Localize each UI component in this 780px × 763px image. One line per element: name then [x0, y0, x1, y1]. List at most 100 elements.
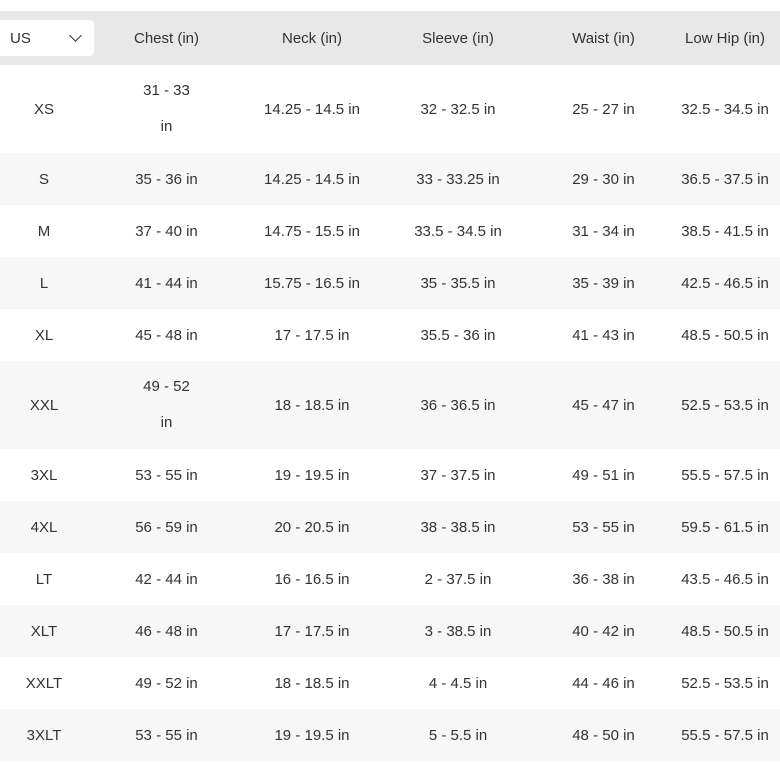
- chest-cell: 37 - 40 in: [135, 222, 198, 240]
- table-row: 3XLT 53 - 55 in 19 - 19.5 in 5 - 5.5 in 48 -…: [0, 709, 780, 761]
- chest-cell: 41 - 44 in: [135, 274, 198, 292]
- size-cell: XL: [34, 326, 54, 344]
- low-hip-cell: 52.5 - 53.5 in: [681, 674, 769, 692]
- size-cell: 4XL: [30, 518, 58, 536]
- unit-cell: US: [0, 11, 94, 65]
- sleeve-cell: 36 - 36.5 in: [420, 396, 496, 414]
- low-hip-cell: 43.5 - 46.5 in: [681, 570, 769, 588]
- waist-cell: 25 - 27 in: [572, 100, 635, 118]
- sleeve-cell: 37 - 37.5 in: [420, 466, 496, 484]
- chest-cell: 53 - 55 in: [135, 466, 198, 484]
- unit-select[interactable]: US: [0, 20, 94, 56]
- chest-cell: 49 - 52 in: [88, 361, 245, 449]
- waist-cell: 36 - 38 in: [572, 570, 635, 588]
- waist-cell: 41 - 43 in: [572, 326, 635, 344]
- sleeve-cell: 5 - 5.5 in: [428, 726, 488, 744]
- size-cell: XXLT: [25, 674, 63, 692]
- low-hip-cell: 48.5 - 50.5 in: [681, 326, 769, 344]
- size-cell: XXL: [29, 396, 59, 414]
- waist-cell: 45 - 47 in: [572, 396, 635, 414]
- size-cell: 3XL: [30, 466, 58, 484]
- chest-cell: 53 - 55 in: [135, 726, 198, 744]
- table-row: XLT 46 - 48 in 17 - 17.5 in 3 - 38.5 in 40 -…: [0, 605, 780, 657]
- waist-cell: 40 - 42 in: [572, 622, 635, 640]
- neck-cell: 14.25 - 14.5 in: [264, 100, 360, 118]
- unit-select-value: US: [10, 29, 31, 47]
- size-table: US Chest (in) Neck (in) Sleeve (in) Wais…: [0, 11, 780, 761]
- neck-cell: 14.75 - 15.5 in: [264, 222, 360, 240]
- waist-cell: 44 - 46 in: [572, 674, 635, 692]
- header-waist: Waist (in): [572, 29, 635, 47]
- neck-cell: 16 - 16.5 in: [274, 570, 350, 588]
- chest-cell: 49 - 52 in: [135, 674, 198, 692]
- neck-cell: 18 - 18.5 in: [274, 396, 350, 414]
- waist-cell: 31 - 34 in: [572, 222, 635, 240]
- low-hip-cell: 38.5 - 41.5 in: [681, 222, 769, 240]
- low-hip-cell: 42.5 - 46.5 in: [681, 274, 769, 292]
- low-hip-cell: 52.5 - 53.5 in: [681, 396, 769, 414]
- chest-cell: 45 - 48 in: [135, 326, 198, 344]
- waist-cell: 49 - 51 in: [572, 466, 635, 484]
- table-row: S 35 - 36 in 14.25 - 14.5 in 33 - 33.25 in 2…: [0, 153, 780, 205]
- chevron-down-icon: [69, 29, 82, 42]
- neck-cell: 17 - 17.5 in: [274, 622, 350, 640]
- header-low-hip: Low Hip (in): [684, 29, 766, 47]
- neck-cell: 19 - 19.5 in: [274, 726, 350, 744]
- table-row: M 37 - 40 in 14.75 - 15.5 in 33.5 - 34.5 in…: [0, 205, 780, 257]
- chest-line: in: [160, 414, 173, 431]
- sleeve-cell: 33.5 - 34.5 in: [414, 222, 502, 240]
- chest-cell: 35 - 36 in: [135, 170, 198, 188]
- low-hip-cell: 59.5 - 61.5 in: [681, 518, 769, 536]
- low-hip-cell: 48.5 - 50.5 in: [681, 622, 769, 640]
- table-row: 4XL 56 - 59 in 20 - 20.5 in 38 - 38.5 in 53 …: [0, 501, 780, 553]
- low-hip-cell: 55.5 - 57.5 in: [681, 726, 769, 744]
- size-cell: LT: [35, 570, 53, 588]
- size-cell: 3XLT: [26, 726, 62, 744]
- neck-cell: 19 - 19.5 in: [274, 466, 350, 484]
- size-chart: US Chest (in) Neck (in) Sleeve (in) Wais…: [0, 0, 780, 763]
- top-spacer: [0, 0, 780, 11]
- waist-cell: 53 - 55 in: [572, 518, 635, 536]
- chest-cell: 31 - 33 in: [88, 65, 245, 153]
- neck-cell: 15.75 - 16.5 in: [264, 274, 360, 292]
- table-body: XS 31 - 33 in 14.25 - 14.5 in 32 - 32.5 in 25…: [0, 65, 780, 761]
- neck-cell: 18 - 18.5 in: [274, 674, 350, 692]
- chest-line: 49 - 52: [143, 378, 190, 395]
- chest-cell: 46 - 48 in: [135, 622, 198, 640]
- table-row: LT 42 - 44 in 16 - 16.5 in 2 - 37.5 in 36 - …: [0, 553, 780, 605]
- size-cell: XLT: [30, 622, 58, 640]
- table-row: L 41 - 44 in 15.75 - 16.5 in 35 - 35.5 in 35…: [0, 257, 780, 309]
- sleeve-cell: 2 - 37.5 in: [424, 570, 492, 588]
- table-row: XXL 49 - 52 in 18 - 18.5 in 36 - 36.5 in 45 -…: [0, 361, 780, 449]
- sleeve-cell: 35.5 - 36 in: [420, 326, 496, 344]
- size-cell: XS: [33, 100, 54, 118]
- low-hip-cell: 55.5 - 57.5 in: [681, 466, 769, 484]
- sleeve-cell: 32 - 32.5 in: [420, 100, 496, 118]
- size-cell: M: [37, 222, 51, 240]
- table-row: 3XL 53 - 55 in 19 - 19.5 in 37 - 37.5 in 49 …: [0, 449, 780, 501]
- low-hip-cell: 36.5 - 37.5 in: [681, 170, 769, 188]
- header-neck: Neck (in): [281, 29, 342, 47]
- table-row: XS 31 - 33 in 14.25 - 14.5 in 32 - 32.5 in 25…: [0, 65, 780, 153]
- sleeve-cell: 4 - 4.5 in: [428, 674, 488, 692]
- header-row: US Chest (in) Neck (in) Sleeve (in) Wais…: [0, 11, 780, 65]
- chest-line: 31 - 33: [143, 82, 190, 99]
- size-cell: L: [39, 274, 49, 292]
- neck-cell: 20 - 20.5 in: [274, 518, 350, 536]
- waist-cell: 35 - 39 in: [572, 274, 635, 292]
- table-row: XXLT 49 - 52 in 18 - 18.5 in 4 - 4.5 in 44 -…: [0, 657, 780, 709]
- waist-cell: 29 - 30 in: [572, 170, 635, 188]
- sleeve-cell: 33 - 33.25 in: [416, 170, 500, 188]
- header-chest: Chest (in): [133, 29, 200, 47]
- chest-cell: 42 - 44 in: [135, 570, 198, 588]
- table-row: XL 45 - 48 in 17 - 17.5 in 35.5 - 36 in 41 -…: [0, 309, 780, 361]
- chest-cell: 56 - 59 in: [135, 518, 198, 536]
- neck-cell: 14.25 - 14.5 in: [264, 170, 360, 188]
- low-hip-cell: 32.5 - 34.5 in: [681, 100, 769, 118]
- header-sleeve: Sleeve (in): [422, 29, 494, 47]
- table-header: US Chest (in) Neck (in) Sleeve (in) Wais…: [0, 11, 780, 65]
- sleeve-cell: 3 - 38.5 in: [424, 622, 492, 640]
- sleeve-cell: 35 - 35.5 in: [420, 274, 496, 292]
- size-cell: S: [38, 170, 49, 188]
- waist-cell: 48 - 50 in: [572, 726, 635, 744]
